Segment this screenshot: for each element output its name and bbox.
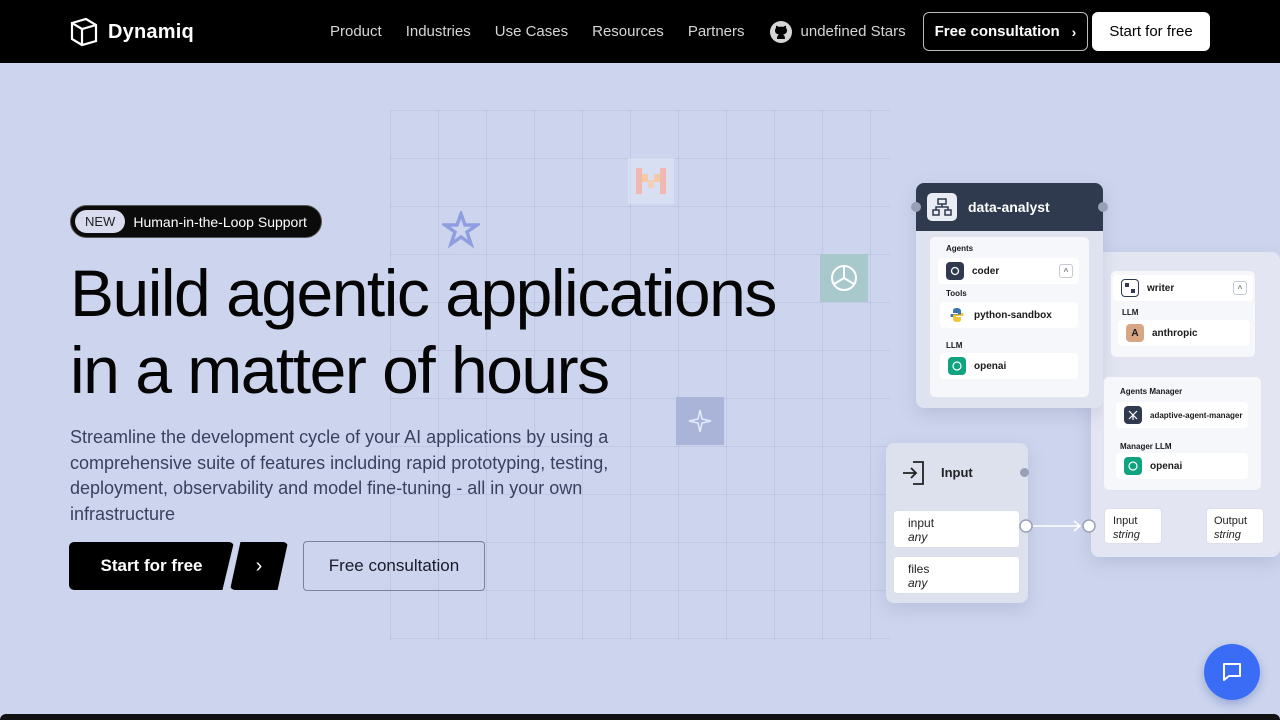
llm-openai-row[interactable]: openai (940, 353, 1078, 379)
free-consultation-button[interactable]: Free consultation › (923, 12, 1088, 51)
output-input-label: Input (1113, 515, 1138, 527)
hero-arrow-button[interactable]: › (230, 542, 288, 590)
input-field-input[interactable]: input any (893, 510, 1020, 548)
openai-icon (1124, 457, 1142, 475)
chevron-right-icon: › (1071, 23, 1077, 40)
writer-label: writer (1147, 282, 1175, 294)
top-nav-bar: Dynamiq Product Industries Use Cases Res… (0, 0, 1280, 63)
writer-llm-label: LLM (1122, 308, 1139, 317)
output-output-type: string (1214, 529, 1241, 541)
nav-item-industries[interactable]: Industries (406, 23, 471, 40)
perplexity-star-icon (438, 207, 484, 253)
writer-llm-row[interactable]: A anthropic (1118, 320, 1250, 346)
writer-row[interactable]: writer ^ (1113, 275, 1253, 301)
agents-label: Agents (946, 244, 974, 253)
chat-support-button[interactable] (1204, 644, 1260, 700)
main-nav: Product Industries Use Cases Resources P… (330, 0, 906, 63)
node-port-right[interactable] (1098, 202, 1108, 212)
hero-title-line1: Build agentic applications (70, 256, 777, 330)
manager-llm-value: openai (1150, 460, 1183, 472)
github-stars-link[interactable]: undefined Stars (769, 20, 906, 44)
github-icon (769, 20, 792, 43)
chevron-up-icon[interactable]: ^ (1233, 281, 1247, 295)
network-icon (1124, 406, 1142, 424)
agents-manager-row[interactable]: adaptive-agent-manager (1116, 402, 1248, 428)
files-field-type: any (908, 576, 928, 590)
github-stars-text: undefined Stars (800, 23, 906, 40)
manager-llm-row[interactable]: openai (1116, 453, 1248, 479)
hero-start-for-free-button[interactable]: Start for free (69, 542, 234, 590)
files-field-label: files (908, 562, 930, 576)
chevron-up-icon[interactable]: ^ (1059, 264, 1073, 278)
tool-python-row[interactable]: python-sandbox (940, 302, 1078, 328)
connector-arrow (1019, 519, 1096, 533)
brand-logo[interactable]: Dynamiq (70, 17, 194, 47)
node-port-left[interactable] (911, 202, 921, 212)
agent-coder-row[interactable]: coder ^ (938, 258, 1079, 284)
input-node-port[interactable] (1020, 468, 1029, 477)
input-field-type: any (908, 530, 928, 544)
output-node-input[interactable]: Input string (1104, 508, 1162, 544)
hero-title-line2: in a matter of hours (70, 333, 610, 407)
input-field-files[interactable]: files any (893, 556, 1020, 594)
next-section-edge (0, 714, 1280, 720)
python-icon (948, 306, 966, 324)
hero-subtitle: Streamline the development cycle of your… (70, 427, 609, 524)
brand-name: Dynamiq (108, 20, 194, 43)
openai-icon (948, 357, 966, 375)
chat-bubble-icon (1223, 663, 1241, 681)
new-tag: NEW (75, 210, 126, 233)
start-for-free-button[interactable]: Start for free (1092, 12, 1210, 51)
free-consultation-label: Free consultation (934, 23, 1060, 40)
llm-label: LLM (946, 341, 963, 350)
writer-llm-value: anthropic (1152, 327, 1198, 339)
agents-manager-value: adaptive-agent-manager (1150, 410, 1243, 420)
manager-llm-label: Manager LLM (1120, 442, 1172, 451)
writer-agent-icon (1121, 279, 1139, 297)
hierarchy-icon (927, 193, 957, 221)
nav-item-resources[interactable]: Resources (592, 23, 664, 40)
agent-coder-label: coder (972, 265, 1000, 277)
hero-free-consultation-button[interactable]: Free consultation (303, 541, 485, 591)
chip-icon (946, 262, 964, 280)
announcement-text: Human-in-the-Loop Support (133, 213, 307, 230)
tool-python-label: python-sandbox (974, 309, 1052, 321)
nav-item-use-cases[interactable]: Use Cases (495, 23, 568, 40)
input-node-icon (901, 460, 925, 491)
llm-openai-label: openai (974, 360, 1007, 372)
agents-manager-label: Agents Manager (1120, 387, 1183, 396)
mistral-icon (628, 158, 674, 204)
nav-item-partners[interactable]: Partners (688, 23, 745, 40)
dynamiq-logo-icon (70, 17, 98, 47)
input-field-label: input (908, 516, 935, 530)
chevron-right-icon: › (255, 554, 263, 577)
output-input-type: string (1113, 529, 1140, 541)
output-node-output[interactable]: Output string (1206, 508, 1264, 544)
nav-item-product[interactable]: Product (330, 23, 382, 40)
tools-label: Tools (946, 289, 967, 298)
anthropic-icon: A (1126, 324, 1144, 342)
hero-title: Build agentic applications in a matter o… (70, 255, 870, 409)
announcement-badge[interactable]: NEW Human-in-the-Loop Support (70, 205, 322, 238)
output-output-label: Output (1214, 515, 1248, 527)
input-node-title: Input (941, 465, 973, 480)
